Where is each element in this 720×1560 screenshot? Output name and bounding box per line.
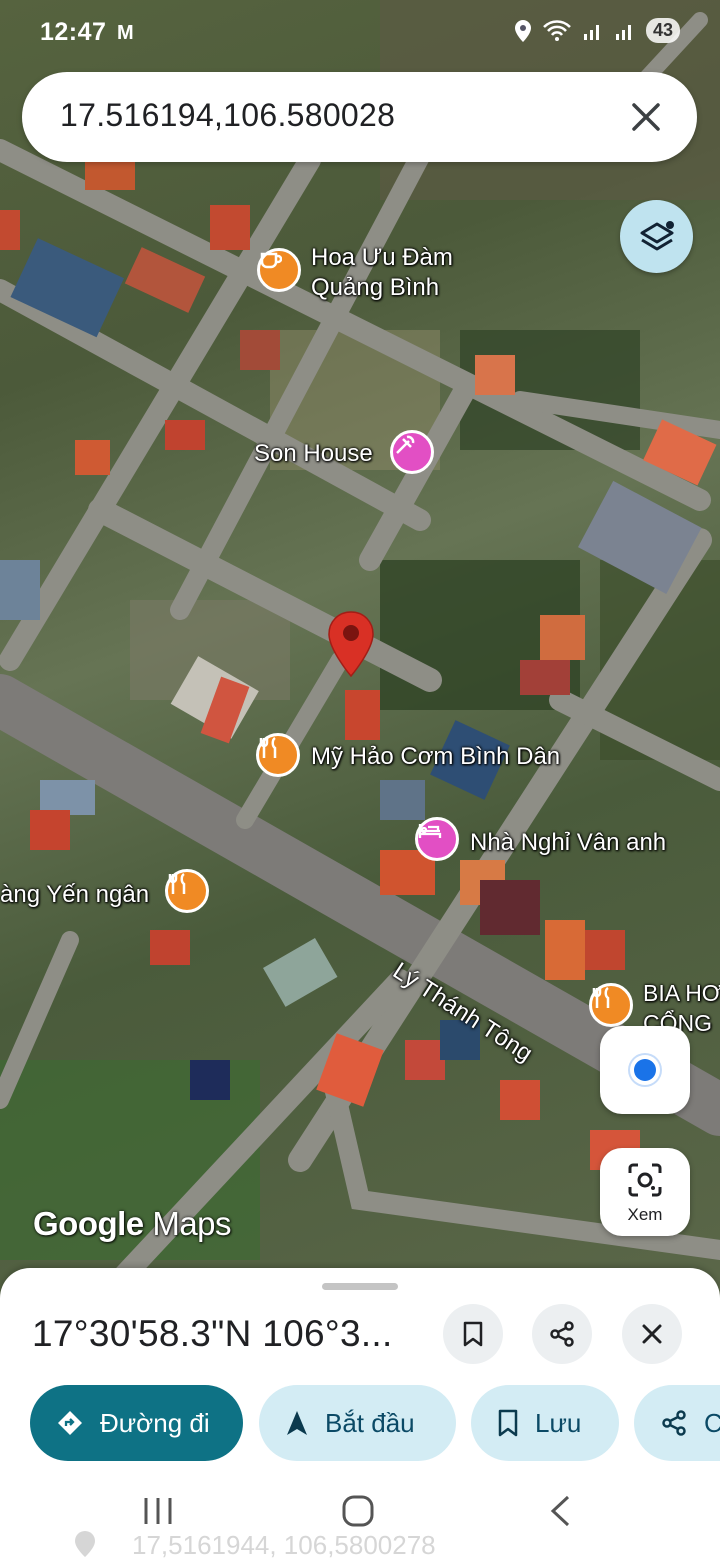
my-location-icon [634,1059,656,1081]
share-icon [550,1321,574,1347]
wifi-icon [543,19,571,41]
home-button[interactable] [341,1494,375,1533]
restaurant-icon[interactable] [165,869,209,913]
drag-handle[interactable] [322,1283,398,1290]
home-icon [342,1495,374,1527]
lens-label: Xem [627,1205,663,1224]
status-bar: 12:47 M 43 [0,0,720,66]
lens-button[interactable]: Xem [600,1148,690,1236]
search-input[interactable]: 17.516194,106.580028 [60,97,395,134]
battery-indicator: 43 [645,18,680,43]
status-time: 12:47 [40,18,107,46]
status-icons: 43 [514,18,680,43]
poi-label-line: Hoa Ưu Đàm [311,244,453,271]
back-icon [550,1495,570,1527]
restaurant-icon[interactable] [256,733,300,777]
location-icon [514,19,531,42]
cafe-icon[interactable] [257,248,301,292]
chip-label: Bắt đầu [325,1407,415,1438]
save-bookmark-button[interactable] [443,1304,503,1364]
close-icon [642,1324,662,1344]
hotel-icon[interactable] [415,817,459,861]
poi-label-line: Quảng Bình [311,274,440,301]
poi-label-nha-nghi-van-anh[interactable]: Nhà Nghỉ Vân anh [470,828,666,858]
watermark-google: Google [33,1205,144,1242]
location-pin-icon [75,1531,95,1557]
ghost-coordinate-text: 17,5161944, 106,5800278 [132,1530,436,1560]
google-maps-watermark: Google Maps [33,1205,232,1243]
coordinate-title: 17°30'58.3"N 106°3... [32,1313,393,1354]
my-location-button[interactable] [600,1026,690,1114]
chip-label: C [704,1407,720,1438]
signal-icon [583,24,599,40]
poi-label-hoa-uu-dam[interactable]: Hoa Ưu Đàm Quảng Bình [311,243,453,303]
save-button[interactable]: Lưu [471,1385,619,1461]
directions-button[interactable]: Đường đi [30,1385,243,1461]
back-button[interactable] [548,1494,572,1533]
search-bar[interactable]: 17.516194,106.580028 [22,72,697,162]
poi-label-yen-ngan[interactable]: àng Yến ngân [0,880,149,910]
poi-label-line: BIA HƠ [643,980,720,1006]
salon-icon[interactable] [390,430,434,474]
close-sheet-button[interactable] [622,1304,682,1364]
directions-icon [58,1411,82,1435]
share-button[interactable] [532,1304,592,1364]
restaurant-icon[interactable] [589,983,633,1027]
action-chip-row[interactable]: Đường đi Bắt đầu Lưu C [30,1385,720,1461]
poi-label-my-hao[interactable]: Mỹ Hảo Cơm Bình Dân [311,742,560,772]
camera-lens-icon [628,1163,662,1197]
layers-icon [640,221,674,251]
share-chip-button[interactable]: C [634,1385,720,1461]
bookmark-icon [498,1409,518,1437]
navigation-arrow-icon [287,1411,307,1435]
signal-icon [615,24,631,40]
recent-apps-button[interactable] [142,1494,174,1533]
chip-label: Đường đi [100,1407,210,1438]
close-icon[interactable] [623,94,669,140]
layers-button[interactable] [620,200,693,273]
watermark-maps: Maps [152,1205,232,1242]
place-bottom-sheet[interactable]: 17°30'58.3"N 106°3... Đường đi Bắt đầu L… [0,1268,720,1560]
start-button[interactable]: Bắt đầu [259,1385,456,1461]
recents-icon [144,1498,172,1524]
poi-label-son-house[interactable]: Son House [254,439,373,469]
gmail-icon: M [117,22,134,44]
bookmark-icon [463,1321,483,1347]
chip-label: Lưu [535,1407,582,1438]
share-icon [662,1410,686,1436]
